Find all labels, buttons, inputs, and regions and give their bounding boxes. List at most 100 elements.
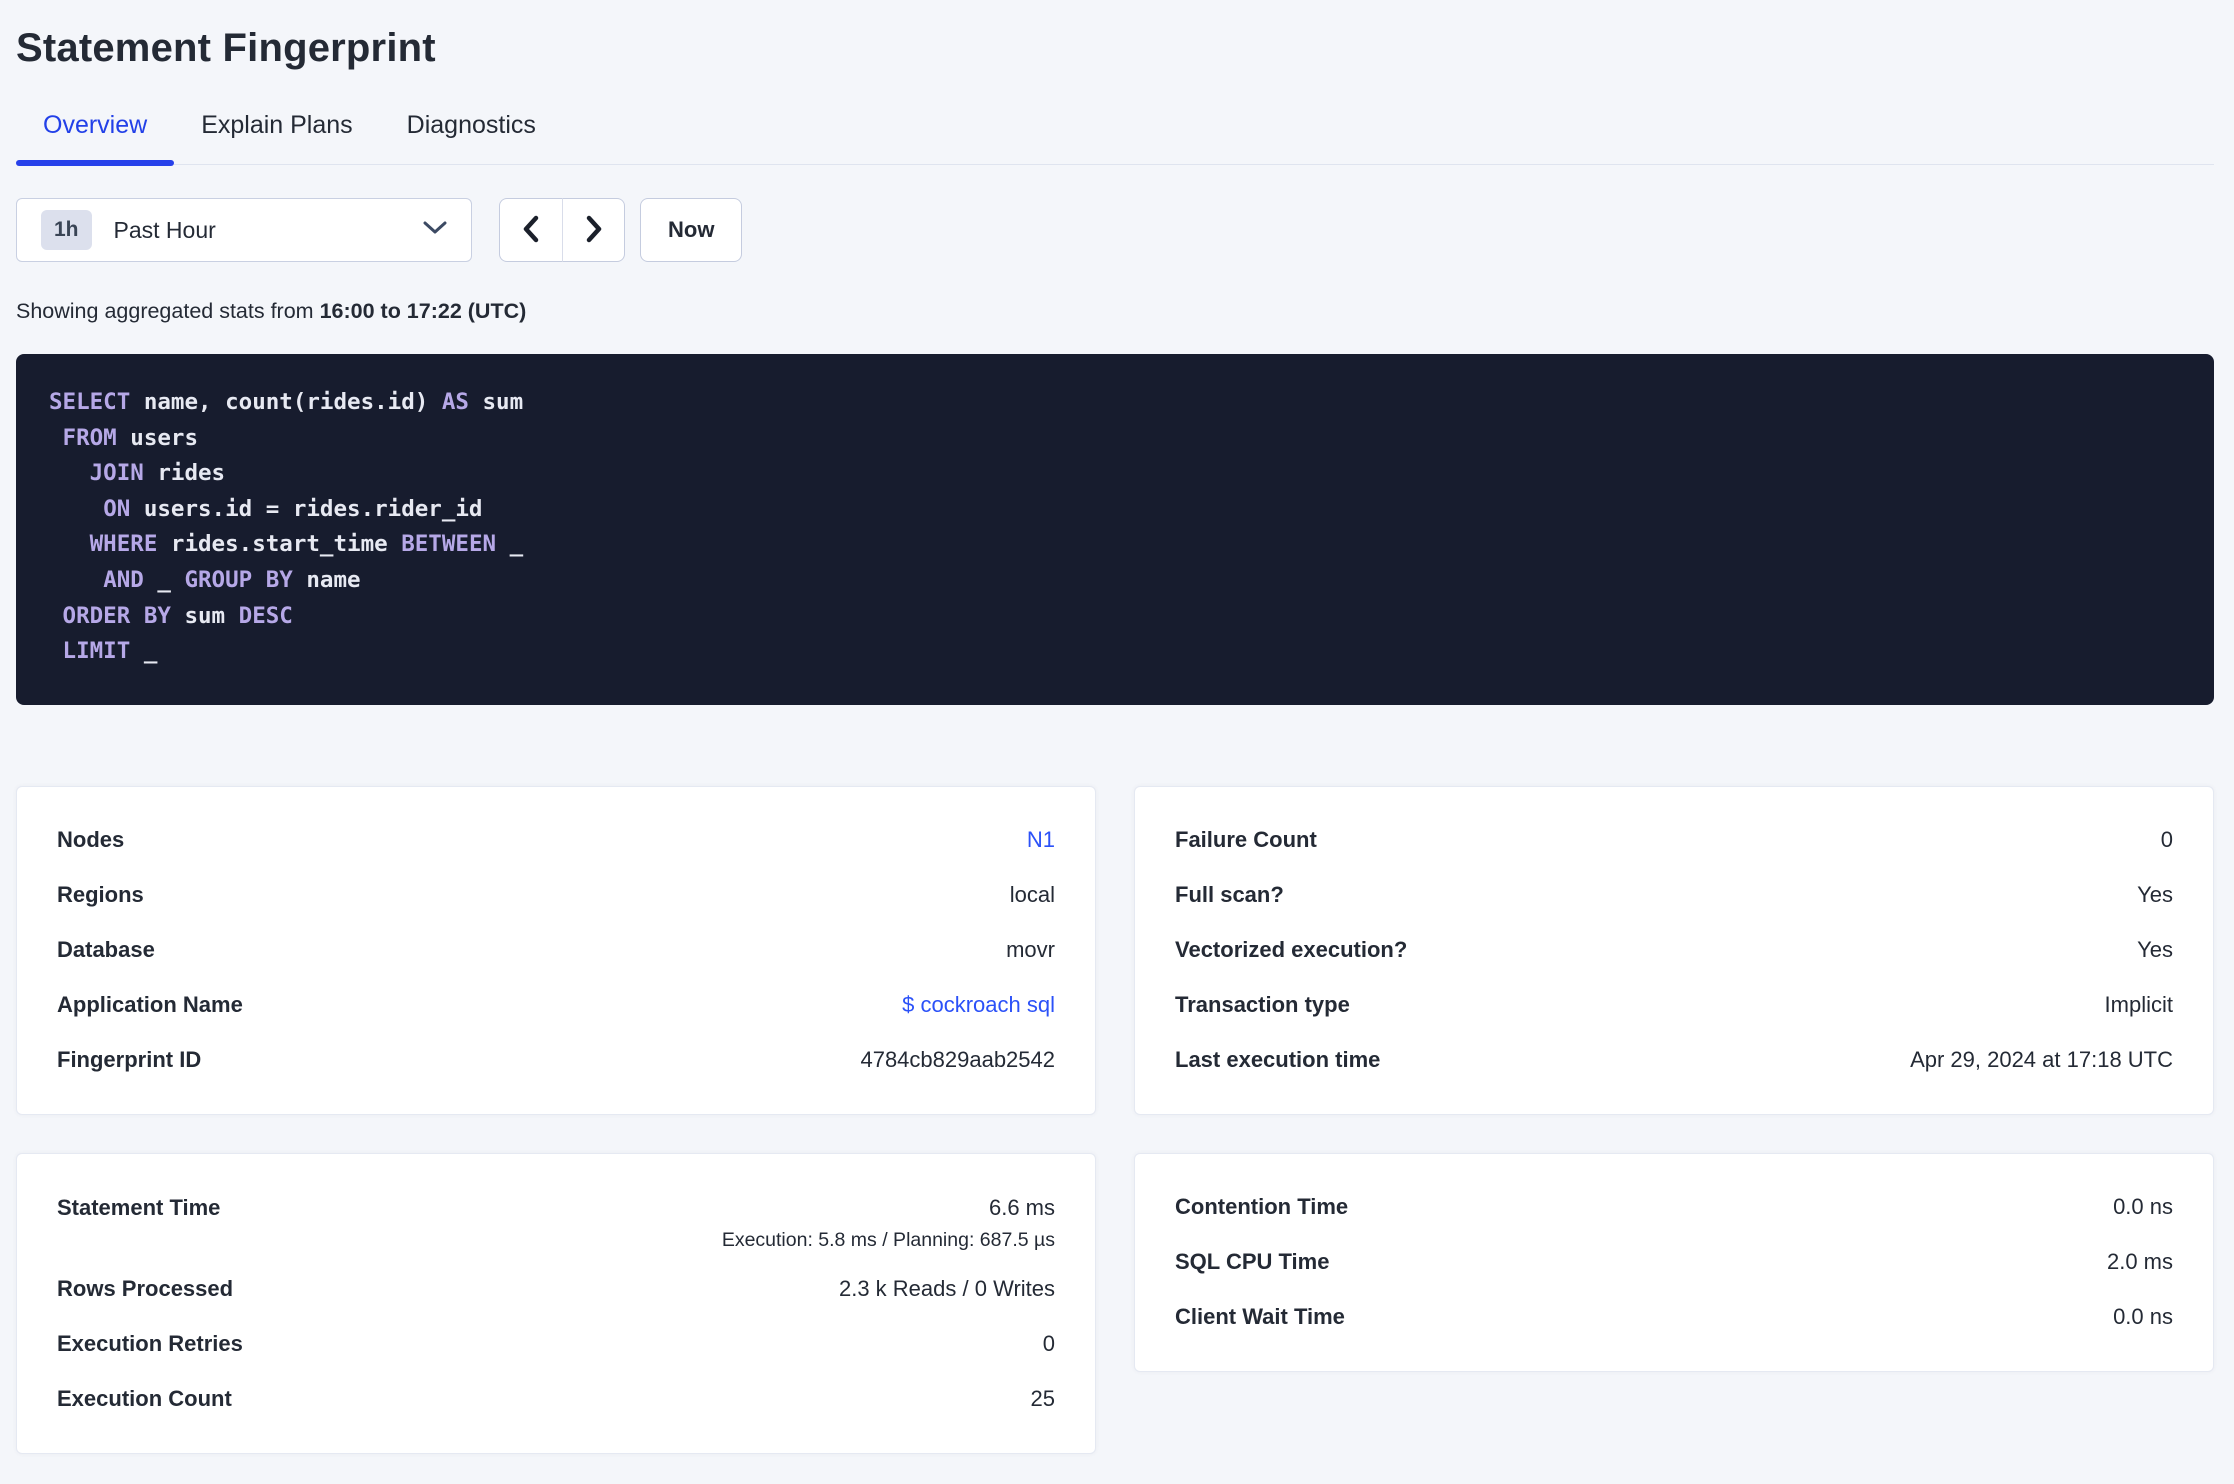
- sql-keyword: SELECT: [49, 389, 131, 415]
- detail-row: Execution Retries 0: [57, 1317, 1055, 1372]
- time-interval-badge: 1h: [41, 210, 92, 250]
- detail-row: Regions local: [57, 868, 1055, 923]
- sql-text: _: [130, 638, 158, 665]
- row-label: Last execution time: [1175, 1047, 1381, 1073]
- row-value: 2.0 ms: [2106, 1249, 2173, 1275]
- row-value: 6.6 ms: [988, 1194, 1055, 1220]
- sql-keyword: FROM: [62, 424, 117, 451]
- page-title: Statement Fingerprint: [16, 26, 436, 70]
- sql-keyword: ORDER BY: [62, 602, 171, 629]
- details-cards-row: Nodes N1 Regions local Database movr Applicati…: [16, 785, 2214, 1115]
- row-value: 25: [1030, 1386, 1055, 1412]
- chevron-right-icon: [583, 213, 605, 248]
- row-label: Failure Count: [1175, 827, 1317, 853]
- detail-row: Fingerprint ID 4784cb829aab2542: [57, 1033, 1055, 1088]
- row-value: 0.0 ns: [2113, 1304, 2173, 1330]
- card-execution-attributes: Failure Count 0 Full scan? Yes Vectorized ex…: [1134, 785, 2214, 1115]
- detail-row: Contention Time 0.0 ns: [1175, 1180, 2173, 1235]
- row-label: Application Name: [57, 992, 243, 1018]
- sql-text: name, count(rides.id): [130, 389, 442, 415]
- row-label: Database: [57, 937, 155, 963]
- detail-row: Client Wait Time 0.0 ns: [1175, 1290, 2173, 1345]
- detail-row: Database movr: [57, 923, 1055, 978]
- tab-overview[interactable]: Overview: [16, 111, 175, 166]
- row-label: Nodes: [57, 827, 125, 853]
- card-statement-details: Nodes N1 Regions local Database movr Applicati…: [16, 785, 1096, 1115]
- sql-keyword: BETWEEN: [401, 531, 497, 558]
- time-interval-dropdown[interactable]: 1h Past Hour: [16, 198, 472, 262]
- card-statement-statistics: Statement Time 6.6 ms Execution: 5.8 ms / …: [16, 1152, 1096, 1454]
- sql-text: rides.start_time: [157, 531, 402, 558]
- sql-keyword: AND: [103, 566, 144, 593]
- time-interval-label: Past Hour: [113, 216, 216, 243]
- chevron-down-icon: [423, 221, 447, 240]
- prev-time-button[interactable]: [499, 198, 562, 262]
- tab-explain-plans[interactable]: Explain Plans: [174, 111, 379, 164]
- now-button[interactable]: Now: [640, 198, 743, 262]
- row-value: 0.0 ns: [2113, 1194, 2173, 1220]
- detail-row: Failure Count 0: [1175, 813, 2173, 868]
- detail-row: Full scan? Yes: [1175, 868, 2173, 923]
- stats-caption-range: 16:00 to 17:22 (UTC): [319, 299, 527, 323]
- sql-keyword: AS: [441, 389, 469, 415]
- sql-text: _: [143, 566, 185, 593]
- sql-keyword: JOIN: [89, 460, 144, 487]
- stats-caption: Showing aggregated stats from 16:00 to 1…: [16, 299, 2214, 324]
- detail-row: Application Name $ cockroach sql: [57, 978, 1055, 1033]
- sql-text: users.id = rides.rider_id: [130, 495, 483, 522]
- sql-code: SELECT name, count(rides.id) AS sum FROM…: [49, 385, 2174, 670]
- time-pager: [499, 198, 625, 262]
- row-value: 0: [2160, 827, 2173, 853]
- next-time-button[interactable]: [562, 198, 625, 262]
- row-value: 4784cb829aab2542: [860, 1047, 1055, 1073]
- row-value: local: [1009, 882, 1055, 908]
- sql-line: ON users.id = rides.rider_id: [49, 492, 2174, 528]
- detail-row: Nodes N1: [57, 813, 1055, 868]
- sql-line: FROM users: [49, 421, 2174, 457]
- tab-bar: Overview Explain Plans Diagnostics: [16, 111, 2214, 166]
- row-value: Yes: [2137, 937, 2173, 963]
- row-label: Statement Time: [57, 1194, 221, 1220]
- stats-caption-prefix: Showing aggregated stats from: [16, 299, 314, 323]
- sql-keyword: LIMIT: [62, 638, 131, 665]
- row-value: Apr 29, 2024 at 17:18 UTC: [1910, 1047, 2173, 1073]
- statistics-cards-row: Statement Time 6.6 ms Execution: 5.8 ms / …: [16, 1152, 2214, 1454]
- row-label: Transaction type: [1175, 992, 1350, 1018]
- detail-row: SQL CPU Time 2.0 ms: [1175, 1235, 2173, 1290]
- sql-text: users: [116, 424, 199, 451]
- sql-keyword: DESC: [238, 602, 293, 629]
- sql-text: sum: [468, 389, 524, 415]
- row-label: Contention Time: [1175, 1194, 1349, 1220]
- time-toolbar: 1h Past Hour Now: [16, 198, 2214, 262]
- sql-line: AND _ GROUP BY name: [49, 563, 2174, 599]
- row-label: Full scan?: [1175, 882, 1284, 908]
- row-label: Client Wait Time: [1175, 1304, 1345, 1330]
- sql-keyword: WHERE: [89, 531, 158, 558]
- row-label: Execution Retries: [57, 1331, 243, 1357]
- sql-line: ORDER BY sum DESC: [49, 599, 2174, 635]
- tab-diagnostics[interactable]: Diagnostics: [380, 111, 563, 164]
- detail-row: Rows Processed 2.3 k Reads / 0 Writes: [57, 1262, 1055, 1317]
- row-value-link[interactable]: $ cockroach sql: [902, 992, 1055, 1017]
- sql-text: _: [496, 531, 524, 558]
- row-label: Vectorized execution?: [1175, 937, 1408, 963]
- sql-text: sum: [170, 602, 239, 629]
- sql-line: WHERE rides.start_time BETWEEN _: [49, 527, 2174, 563]
- card-time-statistics: Contention Time 0.0 ns SQL CPU Time 2.0 ms C…: [1134, 1152, 2214, 1372]
- chevron-left-icon: [520, 213, 542, 248]
- detail-row: Execution Count 25: [57, 1372, 1055, 1427]
- row-value: Yes: [2137, 882, 2173, 908]
- statement-fingerprint-page: Statement Fingerprint Overview Explain P…: [0, 0, 2234, 1484]
- sql-statement: SELECT name, count(rides.id) AS sum FROM…: [16, 354, 2214, 705]
- row-value: movr: [1006, 937, 1055, 963]
- row-value-link[interactable]: N1: [1027, 827, 1055, 852]
- row-label: Rows Processed: [57, 1276, 234, 1302]
- sql-keyword: GROUP BY: [184, 566, 293, 593]
- sql-text: name: [292, 566, 361, 593]
